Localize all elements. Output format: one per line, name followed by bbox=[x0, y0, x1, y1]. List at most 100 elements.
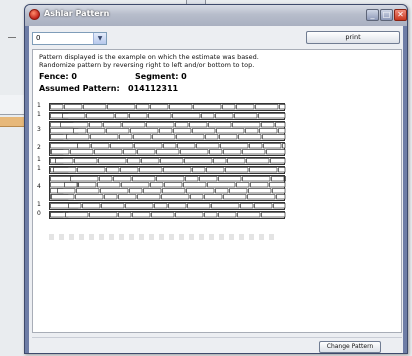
ashlar-stone bbox=[99, 176, 113, 182]
ashlar-stone bbox=[156, 176, 185, 182]
assumed-pattern-label: Assumed Pattern: bbox=[39, 84, 120, 93]
ashlar-stone bbox=[98, 158, 127, 164]
ashlar-stone bbox=[266, 149, 286, 155]
ashlar-stone bbox=[192, 128, 216, 134]
ashlar-stone bbox=[208, 122, 232, 128]
pattern-select[interactable]: 0 ▼ bbox=[32, 32, 107, 45]
ashlar-stone bbox=[129, 188, 143, 194]
course-number: 3 bbox=[37, 126, 41, 133]
ashlar-stone bbox=[193, 104, 222, 110]
ashlar-stone bbox=[132, 176, 156, 182]
ashlar-stone bbox=[50, 104, 64, 110]
ashlar-stone bbox=[86, 113, 115, 119]
print-button[interactable]: print bbox=[306, 31, 400, 44]
ashlar-stone bbox=[238, 134, 262, 140]
ashlar-stone bbox=[122, 122, 146, 128]
ashlar-stone bbox=[275, 122, 286, 128]
ashlar-stone bbox=[123, 149, 137, 155]
ashlar-stone bbox=[255, 104, 279, 110]
ashlar-stone bbox=[125, 203, 154, 209]
ashlar-stone bbox=[152, 134, 176, 140]
ashlar-pattern-grid: 1 1 3 2 1 1 4 1 0 bbox=[37, 102, 297, 233]
ashlar-stone bbox=[120, 167, 139, 173]
ashlar-stone bbox=[186, 188, 215, 194]
ashlar-stone bbox=[177, 143, 196, 149]
course-number: 1 bbox=[37, 102, 41, 109]
ashlar-stone bbox=[207, 182, 236, 188]
ashlar-stone bbox=[273, 203, 286, 209]
ashlar-stone bbox=[269, 182, 286, 188]
ashlar-stone bbox=[115, 113, 129, 119]
pattern-course bbox=[49, 121, 286, 141]
ashlar-stone bbox=[249, 167, 278, 173]
chevron-down-icon[interactable]: ▼ bbox=[93, 33, 106, 44]
background-panel-fragment bbox=[0, 95, 24, 115]
app-icon bbox=[29, 9, 40, 20]
ashlar-stone bbox=[259, 128, 278, 134]
ashlar-stone bbox=[196, 143, 220, 149]
ashlar-stone bbox=[199, 176, 218, 182]
ashlar-stone bbox=[141, 158, 160, 164]
ashlar-stone bbox=[169, 104, 193, 110]
pattern-course bbox=[49, 103, 286, 111]
ashlar-stone bbox=[133, 134, 152, 140]
ashlar-stone bbox=[118, 194, 137, 200]
window-title: Ashlar Pattern bbox=[44, 9, 110, 18]
ashlar-stone bbox=[159, 128, 173, 134]
change-pattern-button[interactable]: Change Pattern bbox=[319, 341, 381, 353]
ashlar-stone bbox=[50, 143, 79, 149]
ashlar-stone bbox=[201, 113, 215, 119]
ashlar-stone bbox=[220, 143, 249, 149]
ashlar-stone bbox=[204, 212, 218, 218]
ashlar-stone bbox=[242, 176, 271, 182]
ashlar-stone bbox=[278, 167, 286, 173]
ashlar-stone bbox=[73, 128, 87, 134]
ashlar-stone bbox=[175, 122, 189, 128]
ashlar-stone bbox=[101, 203, 125, 209]
ashlar-stone bbox=[242, 149, 266, 155]
ashlar-stone bbox=[163, 167, 192, 173]
maximize-button[interactable]: □ bbox=[380, 9, 393, 21]
ashlar-stone bbox=[271, 176, 285, 182]
ashlar-stone bbox=[50, 134, 69, 140]
ashlar-stone bbox=[213, 158, 227, 164]
title-bar[interactable]: Ashlar Pattern _ □ ✕ bbox=[25, 5, 407, 26]
ashlar-stone bbox=[258, 113, 286, 119]
pattern-course bbox=[49, 112, 286, 120]
ashlar-stone bbox=[66, 134, 90, 140]
ashlar-stone bbox=[103, 122, 122, 128]
ashlar-stone bbox=[106, 128, 130, 134]
close-button[interactable]: ✕ bbox=[394, 9, 407, 21]
ashlar-stone bbox=[154, 203, 168, 209]
ashlar-stone bbox=[234, 113, 258, 119]
ashlar-stone bbox=[219, 134, 238, 140]
ashlar-stone bbox=[211, 203, 240, 209]
ashlar-stone bbox=[89, 212, 118, 218]
ashlar-stone bbox=[175, 212, 204, 218]
ashlar-stone bbox=[185, 176, 199, 182]
ashlar-stone bbox=[247, 194, 276, 200]
pattern-course bbox=[49, 202, 286, 210]
ashlar-stone bbox=[262, 134, 286, 140]
ashlar-stone bbox=[100, 188, 129, 194]
ashlar-pattern-window: Ashlar Pattern _ □ ✕ 0 ▼ print Pattern d… bbox=[24, 4, 408, 354]
ashlar-stone bbox=[150, 104, 169, 110]
ashlar-stone bbox=[55, 158, 74, 164]
course-number: 1 bbox=[37, 165, 41, 172]
ashlar-stone bbox=[90, 134, 119, 140]
ashlar-stone bbox=[161, 194, 190, 200]
ashlar-stone bbox=[205, 134, 219, 140]
ashlar-stone bbox=[285, 176, 286, 182]
ashlar-stone bbox=[223, 149, 242, 155]
ashlar-stone bbox=[162, 188, 186, 194]
ashlar-stone bbox=[246, 158, 270, 164]
ashlar-stone bbox=[250, 182, 269, 188]
ashlar-stone bbox=[82, 203, 101, 209]
ashlar-stone bbox=[143, 188, 162, 194]
ashlar-stone bbox=[139, 167, 163, 173]
ashlar-stone bbox=[148, 113, 172, 119]
course-number: 2 bbox=[37, 144, 41, 151]
ashlar-stone bbox=[151, 212, 175, 218]
minimize-button[interactable]: _ bbox=[366, 9, 379, 21]
ashlar-stone bbox=[279, 104, 286, 110]
